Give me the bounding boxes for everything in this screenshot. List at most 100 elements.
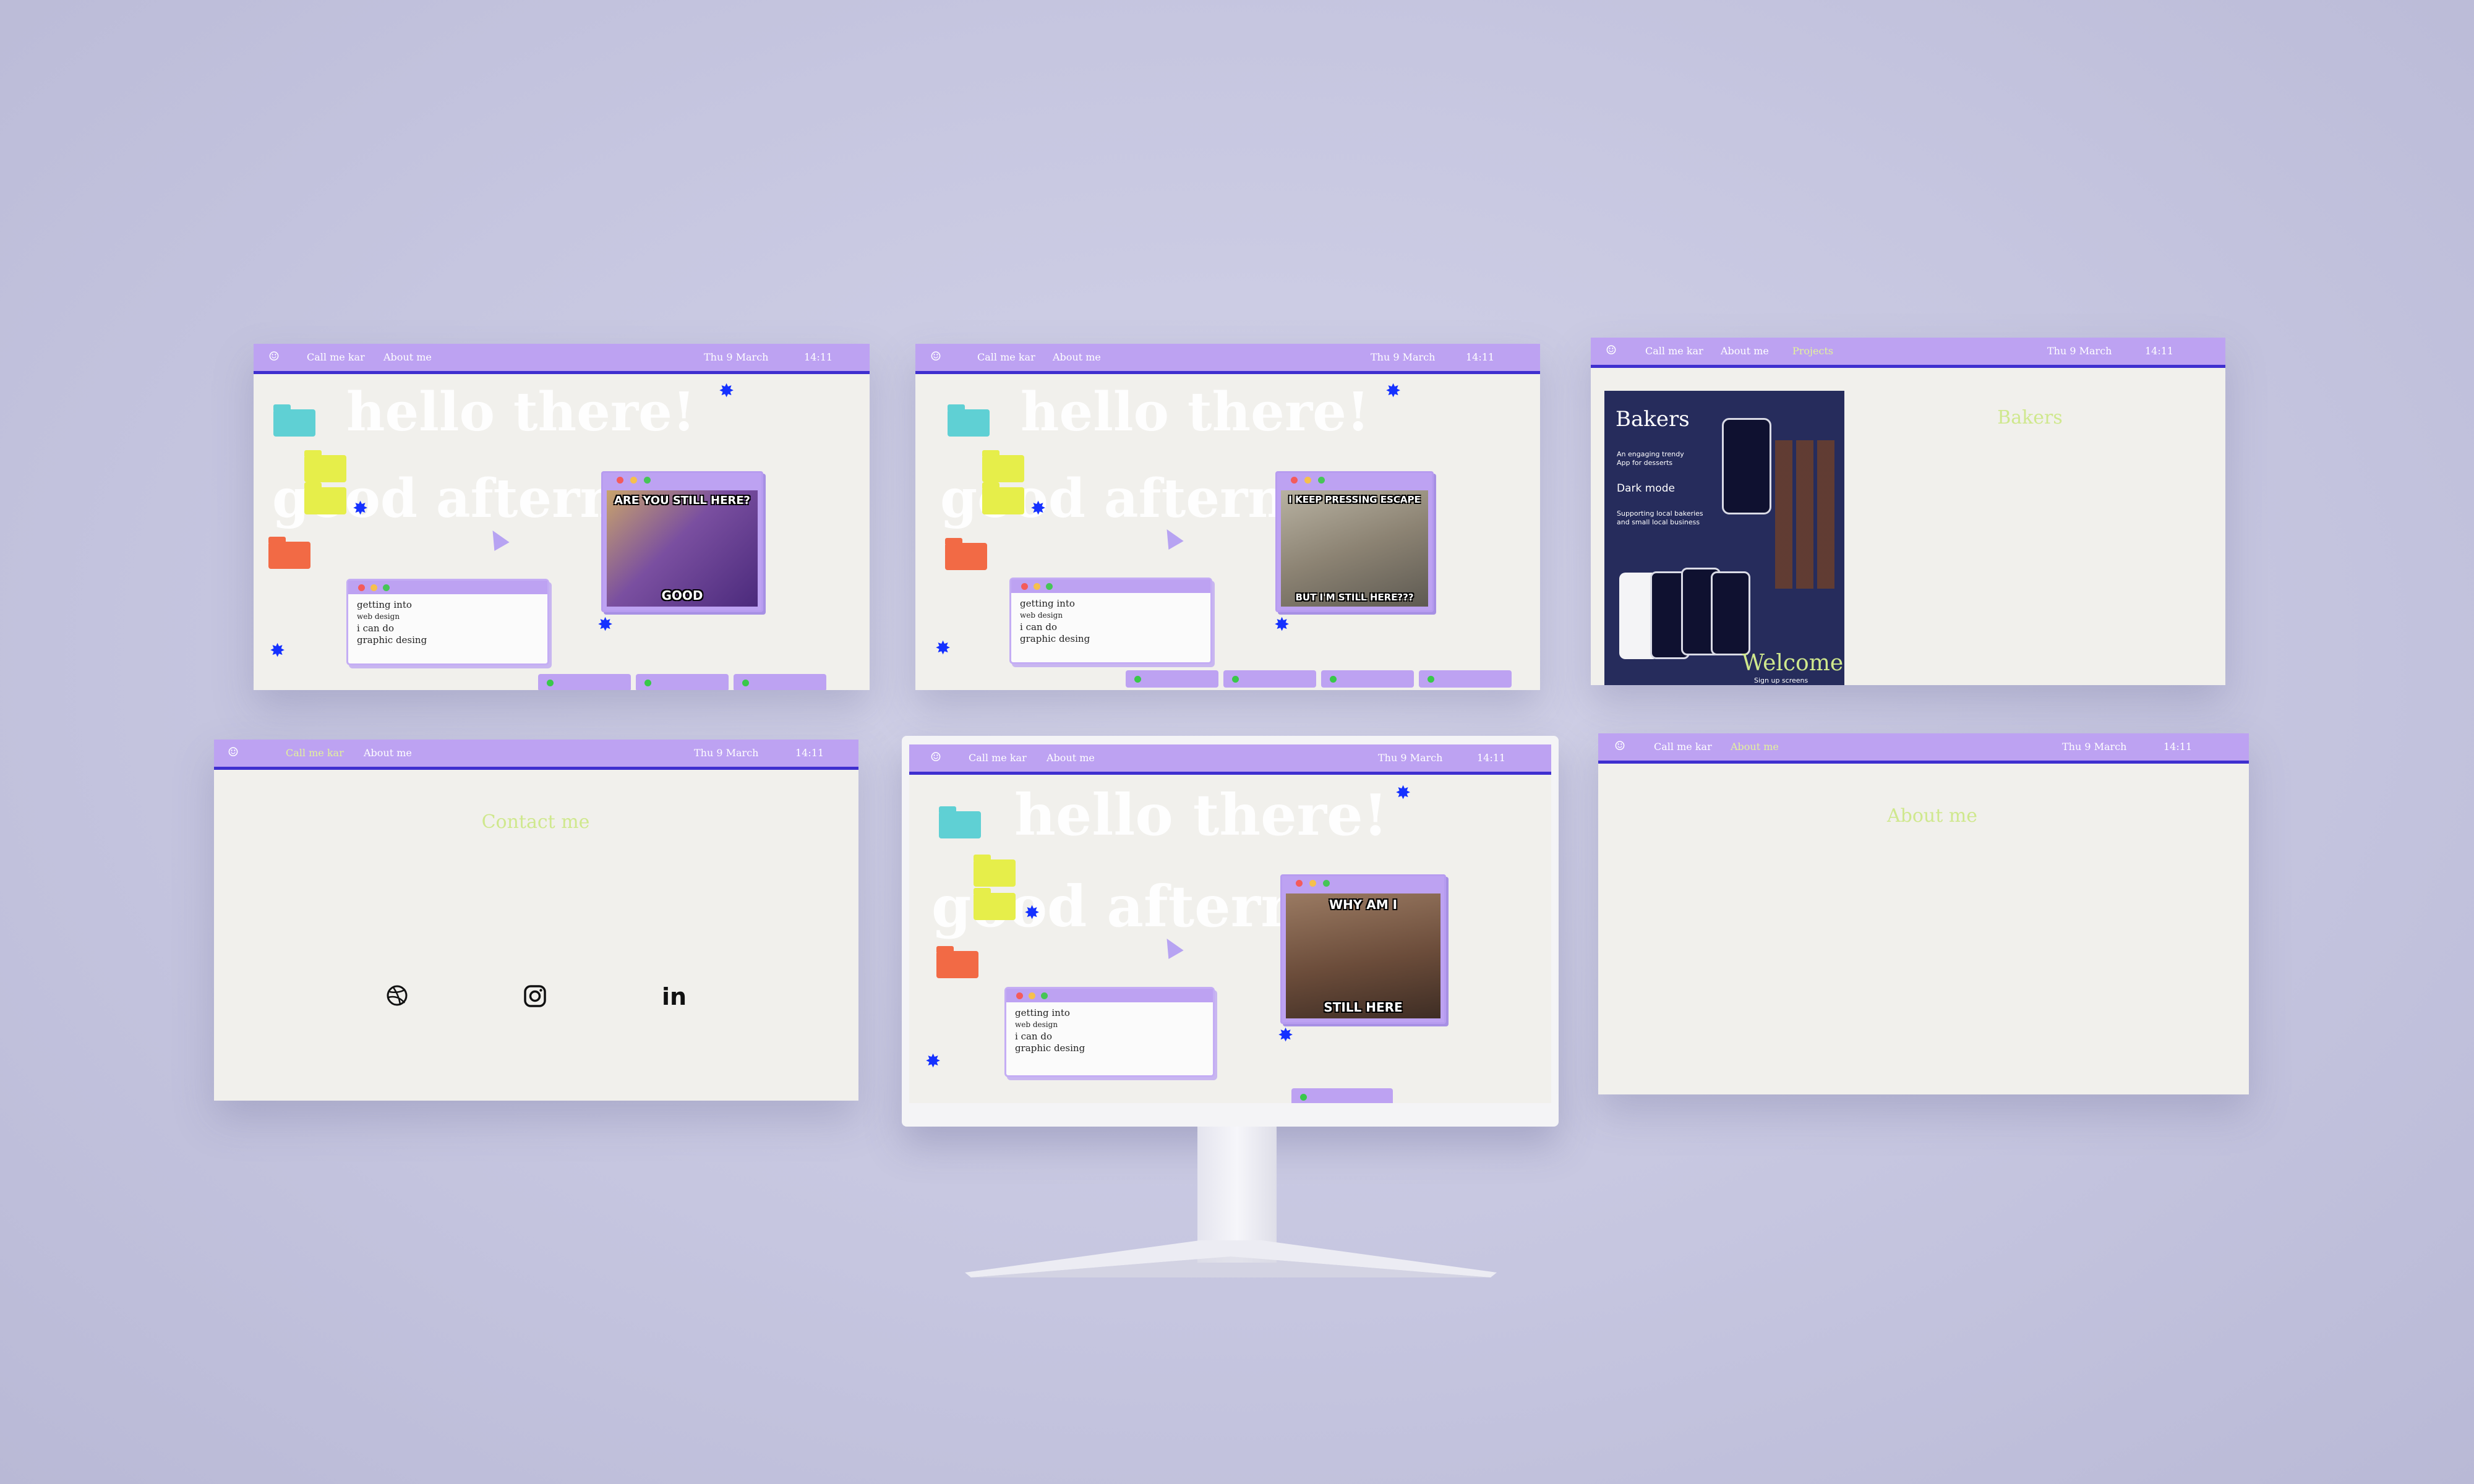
nav-time: 14:11 bbox=[2145, 345, 2174, 357]
note-line: web design bbox=[1020, 611, 1063, 620]
screen-home-1: ☺ Call me kar About me Thu 9 March 14:11… bbox=[254, 344, 870, 690]
nav-about-link[interactable]: About me bbox=[364, 747, 412, 759]
taskbar-tab[interactable] bbox=[1321, 670, 1414, 688]
note-window[interactable]: getting into web design i can do graphic… bbox=[1009, 578, 1212, 664]
taskbar-tab[interactable] bbox=[1419, 670, 1512, 688]
nav-about-link[interactable]: About me bbox=[1053, 351, 1101, 363]
nav-date: Thu 9 March bbox=[704, 351, 769, 363]
card-welcome: Welcome bbox=[1742, 650, 1844, 676]
linkedin-icon[interactable]: in bbox=[662, 983, 687, 1010]
folder-icon[interactable] bbox=[936, 946, 978, 978]
screen-home-3: ☺ Call me kar About me Thu 9 March 14:11… bbox=[909, 744, 1551, 1103]
meme-image: WHY AM I STILL HERE bbox=[1286, 893, 1440, 1018]
note-line: i can do bbox=[357, 623, 394, 634]
taskbar-tab[interactable] bbox=[538, 674, 631, 690]
nav-date: Thu 9 March bbox=[694, 747, 759, 759]
taskbar-tab[interactable] bbox=[1291, 1088, 1393, 1103]
nav-brand-link[interactable]: Call me kar bbox=[307, 351, 365, 363]
instagram-icon[interactable] bbox=[523, 984, 547, 1008]
nav-about-link[interactable]: About me bbox=[1731, 741, 1779, 753]
contact-heading: Contact me bbox=[481, 811, 590, 833]
navbar: ☺ Call me kar About me Thu 9 March 14:11 bbox=[909, 744, 1551, 775]
phone-mockup bbox=[1722, 418, 1771, 514]
navbar: ☺ Call me kar About me Thu 9 March 14:11 bbox=[1598, 733, 2249, 764]
nav-brand-link[interactable]: Call me kar bbox=[1645, 345, 1703, 357]
card-signup: Sign up screens bbox=[1754, 676, 1808, 684]
note-titlebar bbox=[348, 581, 547, 594]
note-titlebar bbox=[1006, 989, 1213, 1002]
star-icon: ✸ bbox=[1395, 782, 1411, 804]
folder-icon[interactable] bbox=[304, 482, 346, 514]
folder-icon[interactable] bbox=[974, 855, 1016, 887]
meme-window[interactable]: WHY AM I STILL HERE bbox=[1280, 874, 1446, 1024]
screen-home-2: ☺ Call me kar About me Thu 9 March 14:11… bbox=[915, 344, 1540, 690]
nav-brand-link[interactable]: Call me kar bbox=[286, 747, 344, 759]
note-line: graphic desing bbox=[1020, 633, 1090, 644]
meme-bottom-text: BUT I'M STILL HERE??? bbox=[1295, 592, 1414, 603]
nav-brand-link[interactable]: Call me kar bbox=[969, 752, 1027, 764]
card-title: Bakers bbox=[1616, 407, 1690, 432]
dribbble-icon[interactable] bbox=[386, 984, 408, 1007]
taskbar-tab[interactable] bbox=[1126, 670, 1218, 688]
note-line: getting into bbox=[1015, 1007, 1070, 1018]
meme-window[interactable]: I KEEP PRESSING ESCAPE BUT I'M STILL HER… bbox=[1275, 471, 1434, 612]
folder-icon[interactable] bbox=[974, 888, 1016, 920]
meme-window[interactable]: ARE YOU STILL HERE? GOOD bbox=[601, 471, 763, 612]
nav-brand-link[interactable]: Call me kar bbox=[1654, 741, 1712, 753]
star-icon: ✸ bbox=[1385, 380, 1402, 402]
card-subtitle: An engaging trendy bbox=[1617, 450, 1684, 458]
meme-bottom-text: GOOD bbox=[661, 588, 703, 603]
taskbar-tab[interactable] bbox=[734, 674, 826, 690]
note-line: i can do bbox=[1015, 1031, 1052, 1042]
smile-icon[interactable]: ☺ bbox=[930, 749, 941, 764]
cursor-icon bbox=[485, 526, 510, 551]
about-heading: About me bbox=[1886, 805, 1978, 827]
meme-bottom-text: STILL HERE bbox=[1324, 1000, 1403, 1015]
note-line: graphic desing bbox=[1015, 1043, 1085, 1054]
star-icon: ✸ bbox=[1278, 1025, 1294, 1046]
smile-icon[interactable]: ☺ bbox=[1606, 343, 1617, 357]
taskbar-tab[interactable] bbox=[1223, 670, 1316, 688]
folder-icon[interactable] bbox=[304, 450, 346, 482]
meme-top-text: ARE YOU STILL HERE? bbox=[614, 494, 751, 507]
smile-icon[interactable]: ☺ bbox=[1614, 738, 1625, 753]
nav-time: 14:11 bbox=[2164, 741, 2193, 753]
star-icon: ✸ bbox=[597, 614, 614, 636]
nav-about-link[interactable]: About me bbox=[1047, 752, 1095, 764]
star-icon: ✸ bbox=[935, 638, 951, 659]
smile-icon[interactable]: ☺ bbox=[930, 349, 941, 364]
note-window[interactable]: getting into web design i can do graphic… bbox=[346, 579, 549, 665]
hero-line-1: hello there! bbox=[346, 381, 696, 443]
meme-top-text: I KEEP PRESSING ESCAPE bbox=[1288, 494, 1421, 505]
smile-icon[interactable]: ☺ bbox=[268, 349, 280, 364]
note-line: graphic desing bbox=[357, 634, 427, 646]
smile-icon[interactable]: ☺ bbox=[228, 744, 239, 759]
project-heading: Bakers bbox=[1997, 407, 2063, 429]
star-icon: ✸ bbox=[1274, 614, 1290, 636]
nav-time: 14:11 bbox=[1466, 351, 1495, 363]
note-window[interactable]: getting into web design i can do graphic… bbox=[1004, 987, 1215, 1077]
nav-about-link[interactable]: About me bbox=[383, 351, 432, 363]
nav-brand-link[interactable]: Call me kar bbox=[977, 351, 1035, 363]
note-line: web design bbox=[357, 612, 400, 621]
screen-contact: ☺ Call me kar About me Thu 9 March 14:11… bbox=[214, 740, 858, 1101]
nav-date: Thu 9 March bbox=[2047, 345, 2112, 357]
nav-projects-link[interactable]: Projects bbox=[1792, 345, 1833, 357]
folder-icon[interactable] bbox=[268, 537, 310, 569]
meme-image: I KEEP PRESSING ESCAPE BUT I'M STILL HER… bbox=[1281, 490, 1428, 607]
folder-icon[interactable] bbox=[982, 482, 1024, 514]
folder-icon[interactable] bbox=[948, 404, 990, 437]
hero-line-1: hello there! bbox=[1014, 782, 1389, 848]
folder-icon[interactable] bbox=[273, 404, 315, 437]
nav-time: 14:11 bbox=[804, 351, 833, 363]
nav-time: 14:11 bbox=[795, 747, 824, 759]
folder-icon[interactable] bbox=[939, 806, 981, 838]
project-card-bakers[interactable]: Bakers An engaging trendy App for desser… bbox=[1604, 391, 1844, 685]
star-icon: ✸ bbox=[353, 498, 369, 519]
nav-about-link[interactable]: About me bbox=[1721, 345, 1769, 357]
taskbar-tab[interactable] bbox=[636, 674, 729, 690]
folder-icon[interactable] bbox=[982, 450, 1024, 482]
folder-icon[interactable] bbox=[945, 538, 987, 570]
nav-date: Thu 9 March bbox=[1378, 752, 1443, 764]
phone-mockup bbox=[1711, 571, 1750, 655]
